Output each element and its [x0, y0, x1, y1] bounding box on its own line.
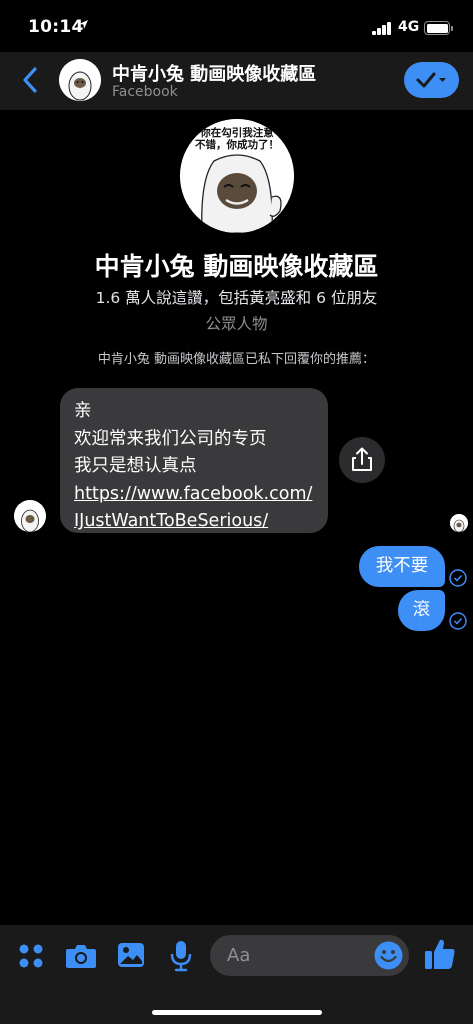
header-title[interactable]: 中肯小兔 動画映像收藏區 [112, 60, 316, 86]
profile-avatar[interactable]: 你在勾引我注意 不错，你成功了！ [180, 119, 294, 233]
message-link[interactable]: https://www.facebook.com/ [74, 484, 312, 504]
avatar-caption-1: 你在勾引我注意 [199, 126, 274, 139]
status-time: 10:14 [28, 17, 84, 37]
incoming-message-bubble[interactable]: 亲 欢迎常来我们公司的专页 我只是想认真点 https://www.facebo… [60, 388, 328, 533]
avatar-caption-2: 不错，你成功了！ [195, 138, 279, 151]
header-subtitle: Facebook [112, 84, 178, 100]
check-icon [416, 72, 436, 88]
home-indicator [152, 1010, 322, 1015]
delivered-check-icon [449, 612, 467, 630]
message-line: 亲 [74, 401, 92, 421]
message-line: 欢迎常来我们公司的专页 [74, 428, 267, 449]
message-placeholder: Aa [227, 945, 251, 966]
microphone-icon[interactable] [170, 940, 192, 972]
profile-likes: 1.6 萬人說這讚，包括黃亮盛和 6 位朋友 [95, 289, 378, 307]
composer-bar: Aa [0, 925, 473, 1024]
back-chevron-icon [23, 67, 37, 93]
message-line: 我只是想认真点 [74, 456, 197, 476]
chevron-down-icon [439, 78, 446, 82]
back-button[interactable] [18, 62, 44, 98]
signal-icon [372, 22, 392, 35]
gallery-icon[interactable] [117, 941, 145, 969]
battery-icon [424, 21, 450, 35]
chat-header: 中肯小兔 動画映像收藏區 Facebook [0, 52, 473, 110]
status-bar: 10:14 4G [0, 0, 473, 56]
seen-avatar [450, 514, 468, 532]
message-input[interactable]: Aa [210, 935, 409, 976]
outgoing-message-bubble[interactable]: 我不要 [359, 546, 445, 587]
thumbs-up-icon[interactable] [424, 937, 456, 971]
delivered-check-icon [449, 569, 467, 587]
sender-avatar[interactable] [14, 500, 46, 532]
profile-category: 公眾人物 [205, 315, 268, 333]
outgoing-message-bubble[interactable]: 滾 [398, 590, 445, 631]
reply-note: 中肯小兔 動画映像收藏區已私下回覆你的推薦： [97, 352, 376, 367]
share-button[interactable] [339, 437, 385, 483]
emoji-icon[interactable] [374, 941, 403, 970]
profile-name: 中肯小兔 動画映像收藏區 [94, 252, 379, 281]
location-arrow-icon [78, 19, 89, 33]
message-link-continued[interactable]: IJustWantToBeSerious/ [74, 511, 268, 531]
camera-icon[interactable] [65, 942, 97, 970]
share-icon [352, 447, 372, 471]
more-dots-icon[interactable] [18, 943, 44, 969]
accept-request-button[interactable] [404, 62, 459, 98]
header-avatar[interactable] [59, 59, 101, 101]
battery-tip [451, 25, 453, 31]
network-label: 4G [398, 19, 420, 35]
